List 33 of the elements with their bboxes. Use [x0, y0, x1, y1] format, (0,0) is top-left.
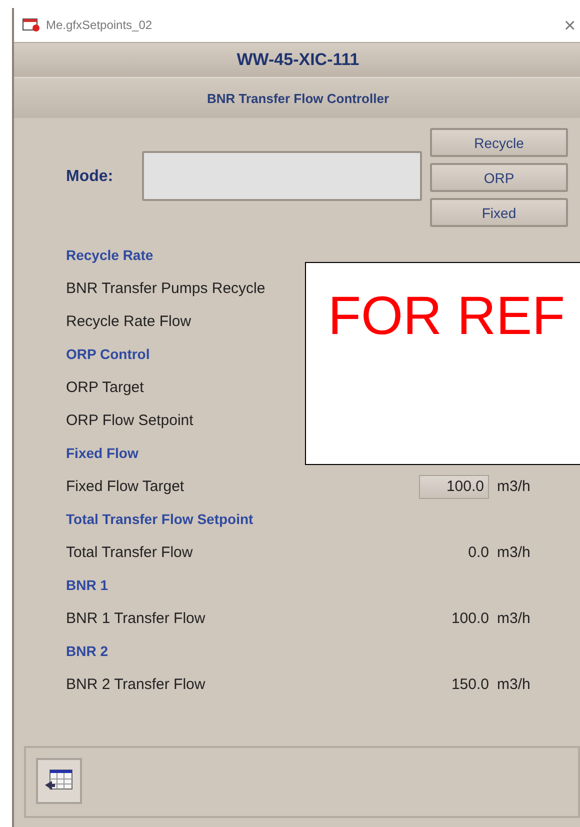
section-heading: ORP Control — [66, 345, 151, 364]
row-label: BNR 1 Transfer Flow — [66, 610, 206, 627]
value-text: 150.0 — [450, 676, 489, 693]
row-label: Fixed Flow Target — [66, 478, 186, 495]
row-label: BNR Transfer Pumps Recycle — [66, 280, 266, 297]
row-label: ORP Flow Setpoint — [66, 412, 194, 429]
row-label: BNR 2 Transfer Flow — [66, 676, 206, 693]
subtitle-banner: BNR Transfer Flow Controller — [14, 77, 580, 118]
row-label: ORP Target — [66, 379, 145, 396]
unit-label: m3/h — [497, 544, 530, 561]
section-heading: Recycle Rate — [66, 246, 154, 265]
section-heading: Fixed Flow — [66, 444, 140, 463]
unit-label: m3/h — [497, 676, 530, 693]
value-text: 0.0 — [467, 544, 489, 561]
close-button[interactable]: × — [564, 16, 576, 36]
note-text: FOR REF — [328, 285, 565, 347]
value-input[interactable]: 100.0 — [419, 474, 489, 498]
unit-label: m3/h — [497, 478, 530, 495]
mode-button[interactable]: ORP — [430, 163, 568, 192]
mode-button[interactable]: Recycle — [430, 128, 568, 157]
value-text: 100.0 — [450, 610, 489, 627]
window-title: Me.gfxSetpoints_02 — [46, 18, 152, 32]
app-icon — [22, 18, 40, 32]
mode-label: Mode: — [66, 168, 114, 187]
section-heading: Total Transfer Flow Setpoint — [66, 510, 254, 529]
tag-banner: WW-45-XIC-111 — [14, 43, 580, 77]
section-heading: BNR 2 — [66, 642, 110, 661]
section-heading: BNR 1 — [66, 576, 110, 595]
unit-label: m3/h — [497, 610, 530, 627]
table-button[interactable] — [36, 758, 82, 804]
row-label: Total Transfer Flow — [66, 544, 194, 561]
mode-button[interactable]: Fixed — [430, 198, 568, 227]
row-label: Recycle Rate Flow — [66, 313, 192, 330]
